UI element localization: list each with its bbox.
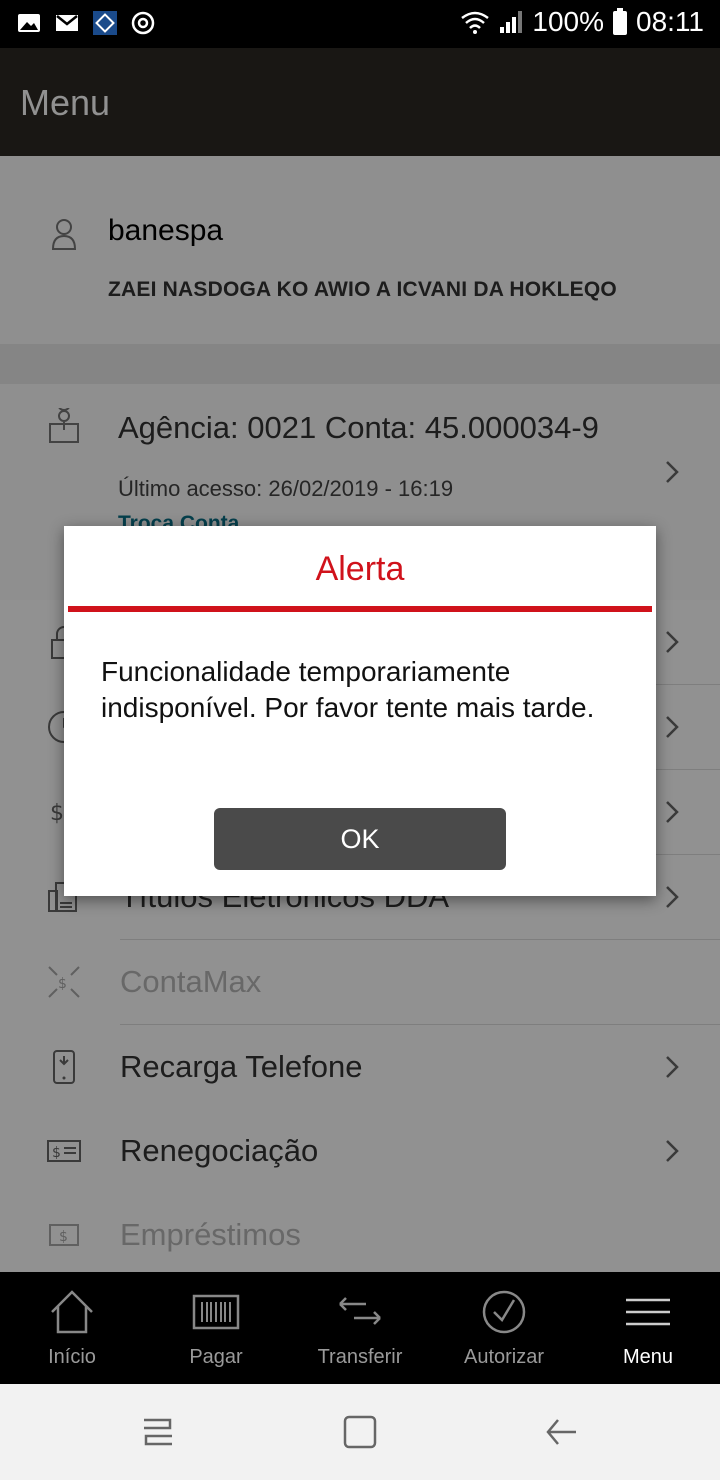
tab-autorizar[interactable]: Autorizar xyxy=(432,1272,576,1384)
back-icon[interactable] xyxy=(544,1414,580,1450)
system-nav-bar xyxy=(0,1384,720,1480)
bottom-tab-bar: Início Pagar Transferir Autorizar Menu xyxy=(0,1272,720,1384)
app-icon xyxy=(93,11,117,35)
dialog-message: Funcionalidade temporariamente indisponí… xyxy=(101,656,595,723)
dialog-divider xyxy=(68,606,652,612)
battery-percent: 100% xyxy=(532,6,604,37)
tab-label: Transferir xyxy=(317,1346,403,1368)
battery-icon xyxy=(613,8,627,35)
tab-menu[interactable]: Menu xyxy=(576,1272,720,1384)
notification-icons xyxy=(16,10,156,36)
tab-label: Menu xyxy=(622,1346,674,1368)
barcode-icon xyxy=(192,1294,240,1330)
recent-apps-icon[interactable] xyxy=(140,1414,176,1450)
gmail-icon xyxy=(56,15,78,31)
dialog-title: Alerta xyxy=(315,550,405,588)
status-bar: 100% 08:11 xyxy=(0,0,720,48)
wifi-icon xyxy=(461,11,490,34)
alert-dialog: Alerta Funcionalidade temporariamente in… xyxy=(64,526,656,896)
ok-button[interactable]: OK xyxy=(214,808,506,870)
tab-pagar[interactable]: Pagar xyxy=(144,1272,288,1384)
image-icon xyxy=(18,14,40,32)
home-button-icon[interactable] xyxy=(342,1414,378,1450)
hamburger-icon xyxy=(626,1298,670,1326)
tab-transferir[interactable]: Transferir xyxy=(288,1272,432,1384)
tab-label: Autorizar xyxy=(463,1346,545,1368)
sync-icon xyxy=(131,11,155,35)
home-icon xyxy=(51,1290,93,1334)
tab-label: Pagar xyxy=(189,1346,243,1368)
tab-label: Início xyxy=(48,1346,96,1368)
authorize-icon xyxy=(482,1290,526,1334)
signal-icon xyxy=(500,11,523,33)
system-status: 100% 08:11 xyxy=(460,6,704,38)
clock: 08:11 xyxy=(636,6,704,37)
transfer-icon xyxy=(339,1297,381,1325)
tab-inicio[interactable]: Início xyxy=(0,1272,144,1384)
